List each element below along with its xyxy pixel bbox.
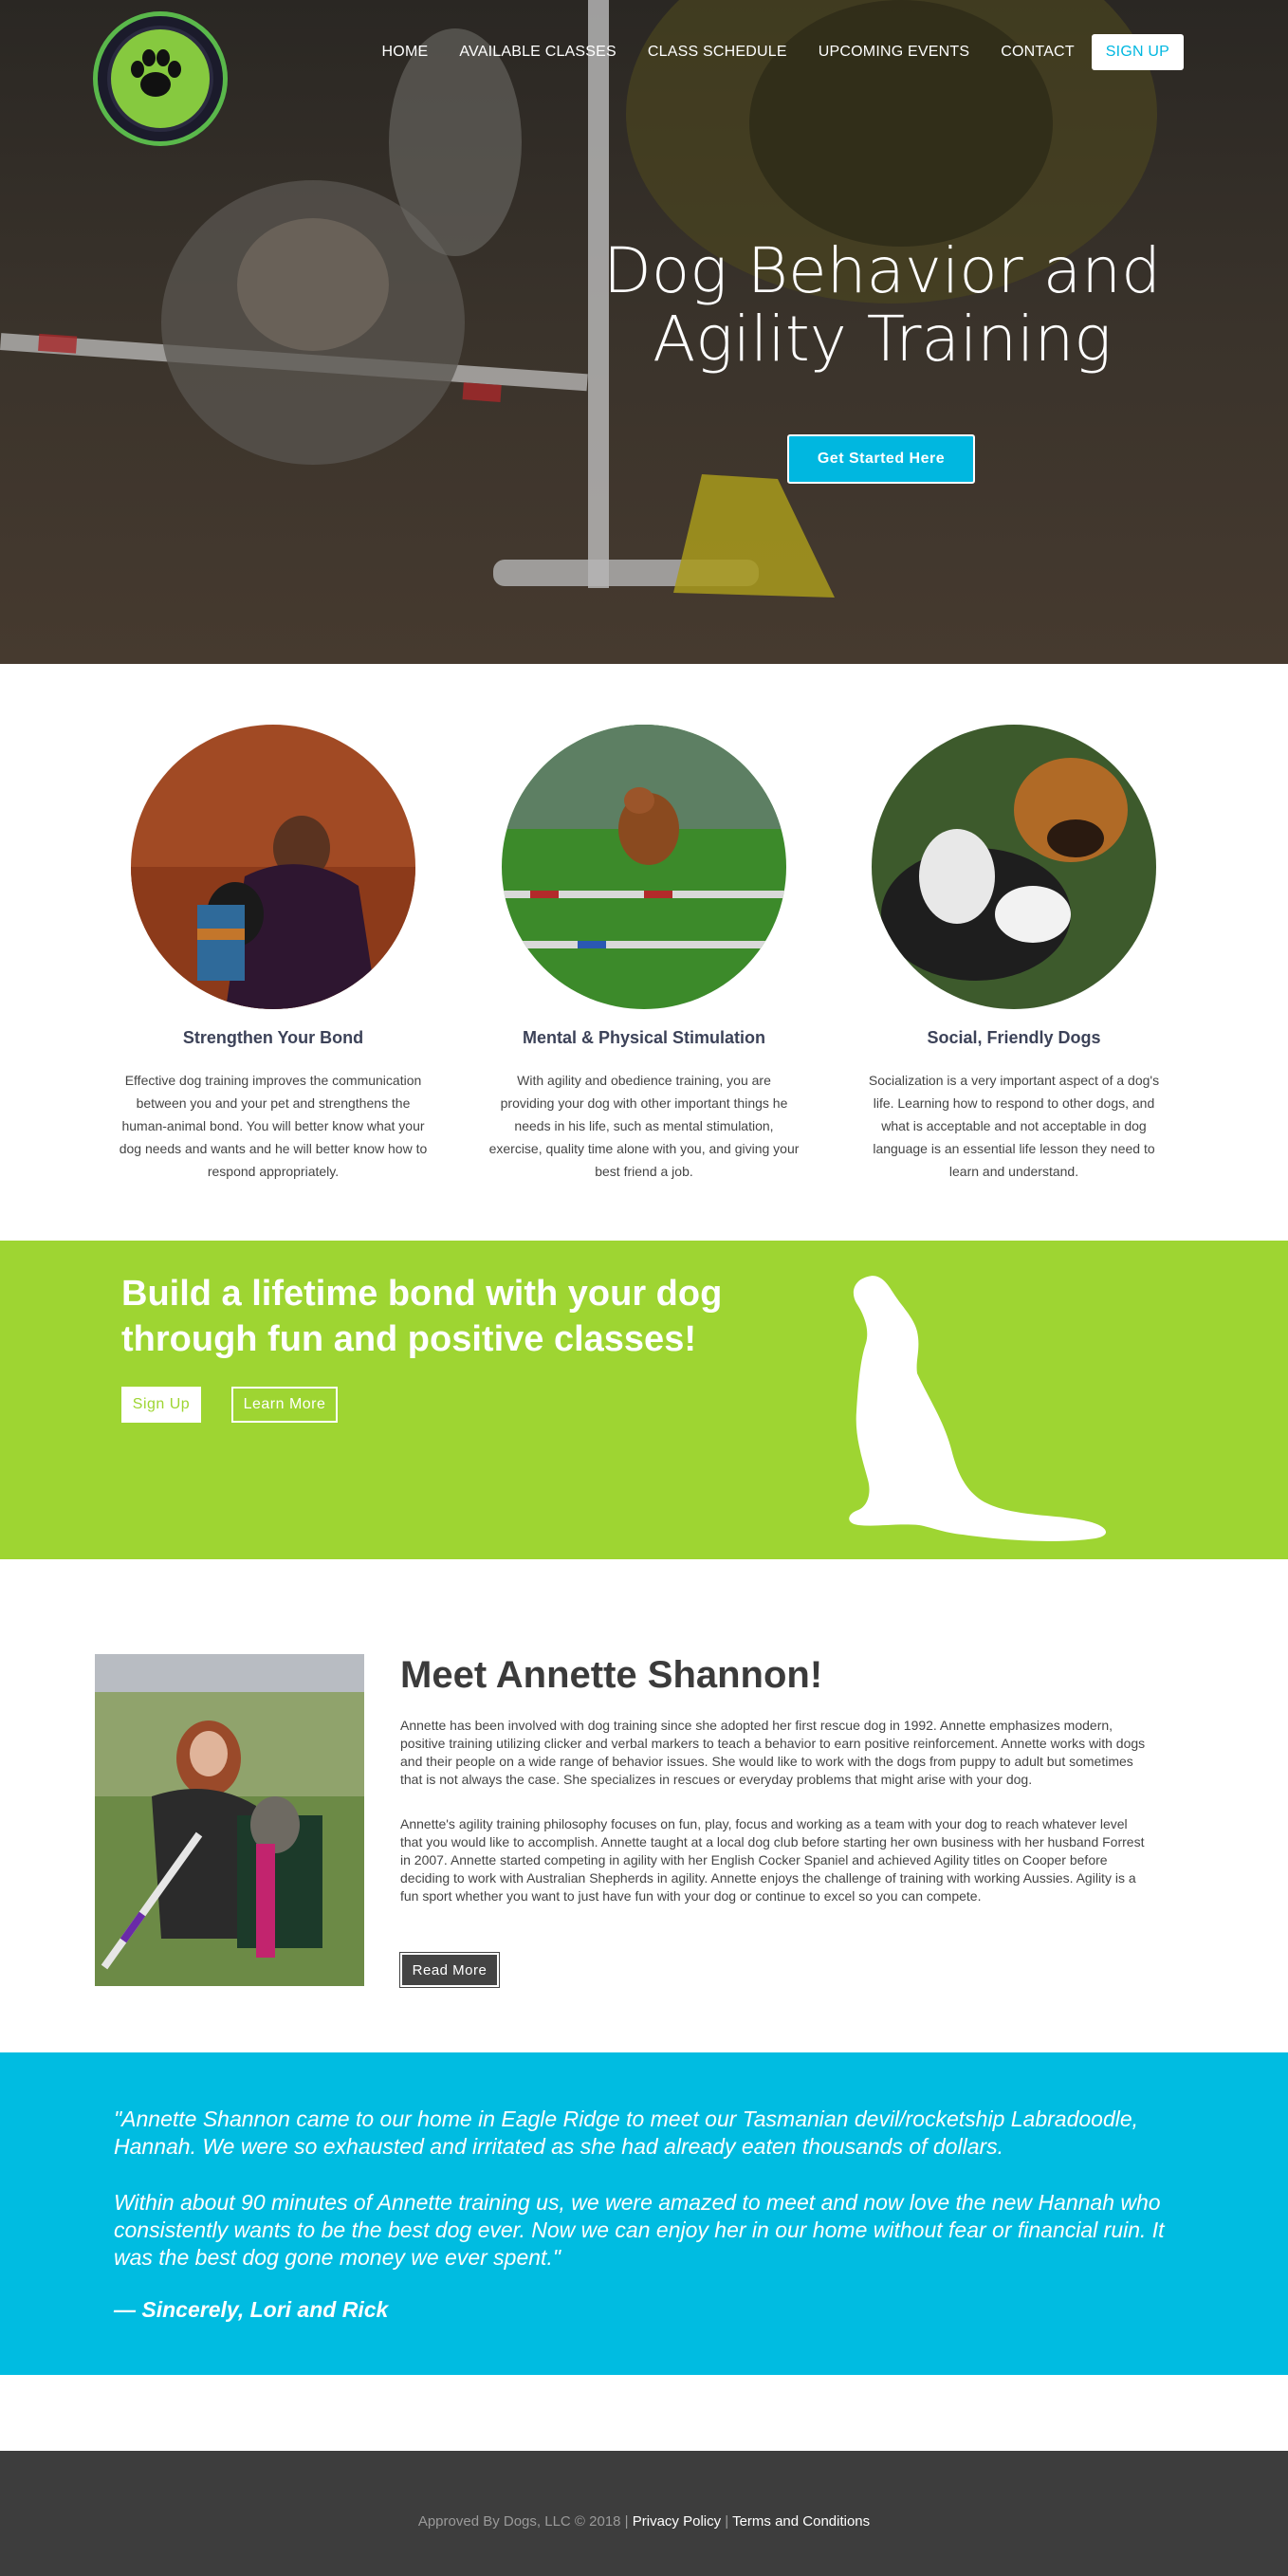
- testimonial-quote-2: Within about 90 minutes of Annette train…: [114, 2190, 1165, 2270]
- feature-social-text: Socialization is a very important aspect…: [868, 1073, 1160, 1179]
- read-more-button[interactable]: Read More: [399, 1952, 500, 1988]
- trainer-with-dog-photo: [95, 1654, 364, 1986]
- feature-stimulation-text: With agility and obedience training, you…: [488, 1073, 800, 1179]
- feature-bond-title: Strengthen Your Bond: [182, 1028, 364, 1047]
- nav-contact[interactable]: CONTACT: [1001, 44, 1075, 61]
- nav-upcoming-events[interactable]: UPCOMING EVENTS: [819, 44, 969, 61]
- nav-available-classes[interactable]: AVAILABLE CLASSES: [459, 44, 616, 61]
- annette-photo: [95, 1654, 364, 1986]
- hero-section: HOME AVAILABLE CLASSES CLASS SCHEDULE UP…: [0, 0, 1288, 664]
- woman-with-dog-photo: [131, 725, 415, 1009]
- terms-link[interactable]: Terms and Conditions: [732, 2513, 870, 2530]
- feature-social-title: Social, Friendly Dogs: [927, 1028, 1101, 1047]
- about-paragraph-2: Annette's agility training philosophy fo…: [400, 1816, 1145, 1904]
- hero-title-line1: Dog Behavior and: [603, 234, 1161, 307]
- approved-by-dogs-logo[interactable]: [93, 11, 228, 146]
- feature-social: Social, Friendly Dogs Socialization is a…: [853, 725, 1175, 1183]
- feature-stimulation-image: [502, 725, 786, 1009]
- feature-stimulation: Mental & Physical Stimulation With agili…: [483, 725, 805, 1183]
- about-section: Meet Annette Shannon! Annette has been i…: [0, 1559, 1288, 2052]
- feature-social-image: [872, 725, 1156, 1009]
- nav-signup-button[interactable]: SIGN UP: [1091, 34, 1184, 70]
- footer-copyright: Approved By Dogs, LLC © 2018 |: [417, 2513, 633, 2530]
- testimonial-signature: — Sincerely, Lori and Rick: [114, 2297, 389, 2322]
- footer-line: Approved By Dogs, LLC © 2018 | Privacy P…: [0, 2513, 1288, 2530]
- agility-jump-photo: [502, 725, 786, 1009]
- howling-dog-silhouette: [849, 1276, 1107, 1541]
- feature-stimulation-title: Mental & Physical Stimulation: [522, 1028, 766, 1047]
- features-section: Strengthen Your Bond Effective dog train…: [0, 664, 1288, 1241]
- feature-bond: Strengthen Your Bond Effective dog train…: [112, 725, 434, 1183]
- promo-signup-button[interactable]: Sign Up: [121, 1387, 201, 1423]
- nav-class-schedule[interactable]: CLASS SCHEDULE: [648, 44, 787, 61]
- hero-title-line2: Agility Training: [653, 303, 1112, 376]
- about-paragraph-1: Annette has been involved with dog train…: [400, 1718, 1146, 1787]
- classes-promo-band: Build a lifetime bond with your dog thro…: [0, 1241, 1288, 1559]
- hero-title: Dog Behavior and Agility Training: [569, 237, 1195, 374]
- site-footer: Approved By Dogs, LLC © 2018 | Privacy P…: [0, 2451, 1288, 2576]
- feature-bond-image: [131, 725, 415, 1009]
- feature-bond-text: Effective dog training improves the comm…: [119, 1073, 428, 1179]
- testimonial-section: "Annette Shannon came to our home in Eag…: [0, 2052, 1288, 2375]
- get-started-button[interactable]: Get Started Here: [787, 434, 975, 484]
- promo-headline: Build a lifetime bond with your dog thro…: [121, 1274, 723, 1359]
- promo-learn-more-button[interactable]: Learn More: [231, 1387, 338, 1423]
- nav-home[interactable]: HOME: [382, 44, 429, 61]
- testimonial-quote-1: "Annette Shannon came to our home in Eag…: [114, 2107, 1139, 2159]
- about-title: Meet Annette Shannon!: [400, 1654, 823, 1696]
- main-navigation: HOME AVAILABLE CLASSES CLASS SCHEDULE UP…: [351, 34, 1184, 70]
- playing-dogs-photo: [872, 725, 1156, 1009]
- paw-icon: [131, 49, 181, 97]
- footer-separator: |: [721, 2513, 733, 2530]
- privacy-policy-link[interactable]: Privacy Policy: [633, 2513, 721, 2530]
